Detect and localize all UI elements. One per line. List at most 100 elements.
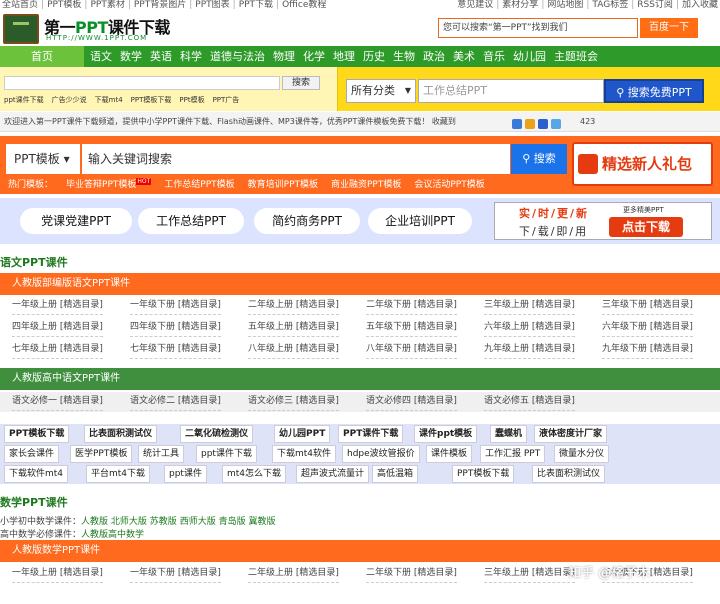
baidu-search-input[interactable]: 您可以搜索“第一PPT”找到我们 (438, 18, 638, 38)
grade-link[interactable]: 一年级下册 [精选目录] (130, 296, 221, 315)
ad-search-input[interactable] (4, 76, 280, 90)
ad-keyword-link[interactable]: ppt课件 (164, 465, 207, 483)
top-link[interactable]: PPT素材 (90, 0, 124, 10)
grade-link[interactable]: 二年级上册 [精选目录] (248, 296, 339, 315)
nav-subject-item[interactable]: 物理 (273, 50, 295, 63)
ad-keyword-link[interactable]: 液体密度计厂家 (534, 425, 608, 443)
math-edition-link[interactable]: 人教版高中数学 (81, 530, 144, 540)
grade-link[interactable]: 四年级上册 [精选目录] (12, 318, 103, 337)
blackboard-logo-icon[interactable] (3, 14, 39, 44)
hot-template-link[interactable]: 工作总结PPT模板 (164, 180, 234, 190)
highschool-link[interactable]: 语文必修五 [精选目录] (484, 392, 575, 411)
ad-link[interactable]: ppt课件下载 (4, 96, 44, 104)
ad-keyword-link[interactable]: 比表面积测试仪 (84, 425, 158, 443)
ad-keyword-link[interactable]: 医学PPT模板 (70, 445, 133, 463)
highschool-link[interactable]: 语文必修二 [精选目录] (130, 392, 221, 411)
ad-keyword-link[interactable]: ppt课件下载 (196, 445, 257, 463)
cloud-icon[interactable] (551, 119, 561, 129)
nav-subject-item[interactable]: 历史 (363, 50, 385, 63)
nav-subject-item[interactable]: 数学 (120, 50, 142, 63)
grade-link[interactable]: 七年级下册 [精选目录] (130, 340, 221, 359)
ad-keyword-link[interactable]: 下载软件mt4 (4, 465, 69, 483)
top-link[interactable]: PPT下载 (239, 0, 273, 10)
ad-download-button[interactable]: 点击下载 (609, 217, 683, 237)
bookmark-icon[interactable] (512, 119, 522, 129)
ad-keyword-link[interactable]: 比表面积测试仪 (532, 465, 606, 483)
hot-template-link[interactable]: 会议活动PPT模板 (414, 180, 484, 190)
hot-template-link[interactable]: 商业融资PPT模板 (331, 180, 401, 190)
math-edition-link[interactable]: 人教版 (81, 517, 108, 527)
ad-link[interactable]: PPt模板 (179, 96, 204, 104)
hot-template-link[interactable]: 教育培训PPT模板 (248, 180, 318, 190)
grade-link[interactable]: 六年级上册 [精选目录] (484, 318, 575, 337)
ad-search-button[interactable]: 搜索 (282, 76, 320, 90)
ad-keyword-link[interactable]: 工作汇报 PPT (480, 445, 546, 463)
ad-keyword-link[interactable]: PPT模板下载 (452, 465, 515, 483)
hot-template-link[interactable]: 毕业答辩PPT模板HOT (66, 178, 152, 190)
ad-keyword-link[interactable]: PPT模板下载 (4, 425, 70, 443)
grade-link[interactable]: 五年级上册 [精选目录] (248, 318, 339, 337)
top-link[interactable]: Office教程 (282, 0, 326, 10)
grade-link[interactable]: 四年级下册 [精选目录] (130, 318, 221, 337)
math-edition-link[interactable]: 西师大版 (180, 517, 216, 527)
pill-party-building[interactable]: 党课党建PPT (20, 208, 132, 234)
highschool-link[interactable]: 语文必修一 [精选目录] (12, 392, 103, 411)
ad-link[interactable]: PPT广告 (213, 96, 240, 104)
grade-link[interactable]: 二年级上册 [精选目录] (248, 564, 339, 583)
nav-subject-item[interactable]: 道德与法治 (210, 50, 265, 63)
ad-keyword-link[interactable]: 微量水分仪 (554, 445, 610, 463)
ad-keyword-link[interactable]: 高低温箱 (372, 465, 419, 483)
top-link[interactable]: TAG标签 (592, 0, 628, 10)
top-link[interactable]: PPT背景图片 (134, 0, 186, 10)
nav-subject-item[interactable]: 幼儿园 (513, 50, 546, 63)
math-edition-link[interactable]: 北师大版 (111, 517, 147, 527)
top-link[interactable]: 加入收藏 (682, 0, 718, 10)
search-free-ppt-button[interactable]: ⚲ 搜索免费PPT (604, 79, 704, 103)
grade-link[interactable]: 三年级上册 [精选目录] (484, 564, 575, 583)
top-link[interactable]: PPT模板 (47, 0, 81, 10)
grade-link[interactable]: 七年级上册 [精选目录] (12, 340, 103, 359)
grade-link[interactable]: 一年级上册 [精选目录] (12, 296, 103, 315)
nav-subject-item[interactable]: 英语 (150, 50, 172, 63)
top-link[interactable]: PPT图表 (195, 0, 229, 10)
new-user-gift-button[interactable]: 精选新人礼包 (572, 142, 713, 186)
grade-link[interactable]: 五年级下册 [精选目录] (366, 318, 457, 337)
top-link[interactable]: 网站地图 (547, 0, 583, 10)
grade-link[interactable]: 一年级下册 [精选目录] (130, 564, 221, 583)
grade-link[interactable]: 一年级上册 [精选目录] (12, 564, 103, 583)
highschool-link[interactable]: 语文必修三 [精选目录] (248, 392, 339, 411)
grade-link[interactable]: 九年级上册 [精选目录] (484, 340, 575, 359)
ad-keyword-link[interactable]: hdpe波纹管报价 (342, 445, 420, 463)
nav-subject-item[interactable]: 生物 (393, 50, 415, 63)
nav-home[interactable]: 首页 (0, 46, 84, 67)
top-link[interactable]: RSS订阅 (637, 0, 673, 10)
nav-subject-item[interactable]: 科学 (180, 50, 202, 63)
ad-keyword-link[interactable]: 家长会课件 (4, 445, 60, 463)
math-edition-link[interactable]: 青岛版 (219, 517, 246, 527)
ad-keyword-link[interactable]: 蠢蝶机 (490, 425, 528, 443)
star-icon[interactable] (525, 119, 535, 129)
ad-keyword-link[interactable]: 课件ppt模板 (414, 425, 478, 443)
ad-keyword-link[interactable]: mt4怎么下载 (222, 465, 287, 483)
baidu-search-button[interactable]: 百度一下 (640, 18, 698, 38)
grade-link[interactable]: 九年级下册 [精选目录] (602, 340, 693, 359)
ad-keyword-link[interactable]: 二氧化硫检测仪 (180, 425, 254, 443)
download-ad-banner[interactable]: 实/时/更/新 下/载/即/用 更多精美PPT 点击下载 (494, 202, 712, 240)
paw-icon[interactable] (538, 119, 548, 129)
category-select[interactable]: 所有分类 ▼ (346, 79, 416, 103)
math-edition-link[interactable]: 冀教版 (248, 517, 275, 527)
pill-training[interactable]: 企业培训PPT (368, 208, 472, 234)
grade-link[interactable]: 八年级下册 [精选目录] (366, 340, 457, 359)
highschool-link[interactable]: 语文必修四 [精选目录] (366, 392, 457, 411)
grade-link[interactable]: 三年级上册 [精选目录] (484, 296, 575, 315)
grade-link[interactable]: 二年级下册 [精选目录] (366, 564, 457, 583)
grade-link[interactable]: 八年级上册 [精选目录] (248, 340, 339, 359)
nav-subject-item[interactable]: 语文 (90, 50, 112, 63)
math-edition-link[interactable]: 苏教版 (150, 517, 177, 527)
ad-keyword-link[interactable]: 统计工具 (138, 445, 185, 463)
grade-link[interactable]: 二年级下册 [精选目录] (366, 296, 457, 315)
ppt-type-select[interactable]: PPT模板 ▾ (6, 144, 80, 174)
top-link[interactable]: 意见建议 (457, 0, 493, 10)
pill-business[interactable]: 简约商务PPT (254, 208, 360, 234)
ad-keyword-link[interactable]: 超声波式流量计 (296, 465, 370, 483)
